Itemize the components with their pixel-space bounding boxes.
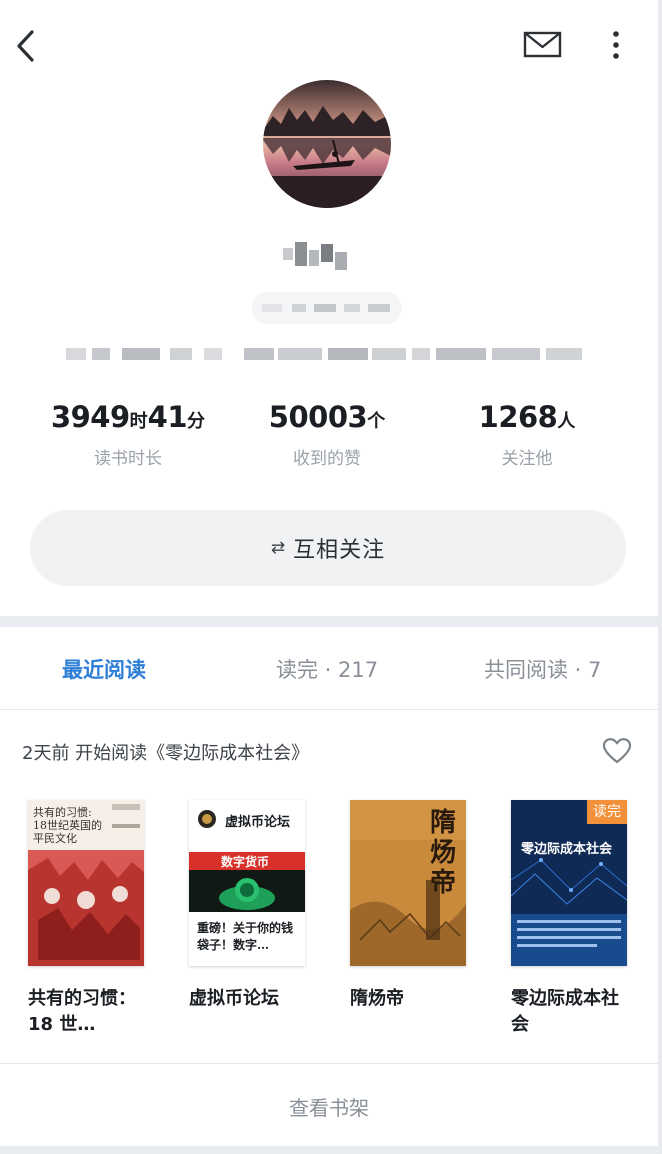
more-button[interactable]: [604, 26, 628, 66]
stat-label: 收到的赞: [293, 449, 361, 469]
cover-caption: 重磅！关于你的钱袋子！数字…: [197, 921, 294, 952]
signature-blurred: [66, 348, 582, 360]
back-button[interactable]: [12, 26, 42, 66]
swap-arrows-icon: ⇄: [270, 538, 286, 558]
book-title: 共有的习惯：18 世…: [28, 988, 136, 1035]
cover-text: 隋炀帝: [430, 808, 457, 898]
cover-banner: 数字货币: [221, 855, 270, 869]
nickname-blurred: [283, 242, 347, 270]
message-button[interactable]: [522, 30, 564, 60]
follow-label: 互相关注: [293, 538, 386, 563]
book-title: 隋炀帝: [350, 988, 404, 1009]
book-item[interactable]: 隋炀帝 隋炀帝: [350, 800, 468, 1012]
stat-reading-time[interactable]: 3949时41分 读书时长: [28, 400, 228, 469]
view-bookshelf-link[interactable]: 查看书架: [0, 1092, 658, 1121]
book-cover: 零边际成本社会 读完: [511, 800, 627, 966]
chevron-left-icon: [17, 30, 34, 62]
badge-chip-blurred: [252, 292, 402, 324]
section-separator: [0, 616, 658, 627]
stat-followers[interactable]: 1268人 关注他: [427, 400, 627, 469]
stat-value: 1268人: [478, 400, 576, 434]
tab-finished[interactable]: 读完 · 217: [276, 654, 378, 684]
stat-label: 关注他: [501, 449, 553, 469]
cover-brand: 虚拟币论坛: [225, 815, 291, 830]
heart-icon: [602, 738, 632, 764]
book-item[interactable]: 零边际成本社会 读完 零边际成本社会: [511, 800, 629, 1038]
book-cover: 隋炀帝: [350, 800, 466, 966]
finished-badge: 读完: [587, 800, 627, 824]
tab-recent-reading[interactable]: 最近阅读: [62, 654, 146, 684]
activity-text: 2天前 开始阅读《零边际成本社会》: [22, 743, 310, 764]
stat-value: 50003个: [268, 400, 386, 434]
cover-text: 共有的习惯: 18世纪英国的 平民文化: [33, 806, 102, 845]
shelf-divider: [0, 1063, 658, 1064]
book-item[interactable]: 虚拟币论坛 数字货币 重磅！关于你的钱袋子！数字… 虚拟币论坛: [189, 800, 307, 1012]
cover-text: 零边际成本社会: [521, 842, 613, 857]
avatar[interactable]: [263, 80, 391, 208]
tab-common-reading[interactable]: 共同阅读 · 7: [484, 654, 601, 684]
book-cover: 虚拟币论坛 数字货币 重磅！关于你的钱袋子！数字…: [189, 800, 305, 966]
book-cover: 共有的习惯: 18世纪英国的 平民文化: [28, 800, 144, 966]
like-button[interactable]: [602, 737, 632, 765]
stat-label: 读书时长: [94, 449, 162, 469]
bottom-separator: [0, 1146, 658, 1154]
profile-page: 3949时41分 读书时长 50003个 收到的赞 1268人 关注他 ⇄ 互相…: [0, 0, 658, 1154]
book-item[interactable]: 共有的习惯: 18世纪英国的 平民文化 共有的习惯：18 世…: [28, 800, 146, 1038]
mutual-follow-button[interactable]: ⇄ 互相关注: [30, 510, 626, 586]
book-title: 虚拟币论坛: [189, 988, 279, 1009]
more-vertical-icon: [613, 31, 619, 59]
scrollbar[interactable]: [658, 0, 662, 1154]
mail-icon: [523, 31, 562, 58]
book-title: 零边际成本社会: [511, 988, 619, 1035]
tab-divider: [0, 709, 658, 710]
stat-likes[interactable]: 50003个 收到的赞: [227, 400, 427, 469]
stat-value: 3949时41分: [50, 400, 206, 434]
landscape-boat-avatar: [263, 80, 391, 208]
